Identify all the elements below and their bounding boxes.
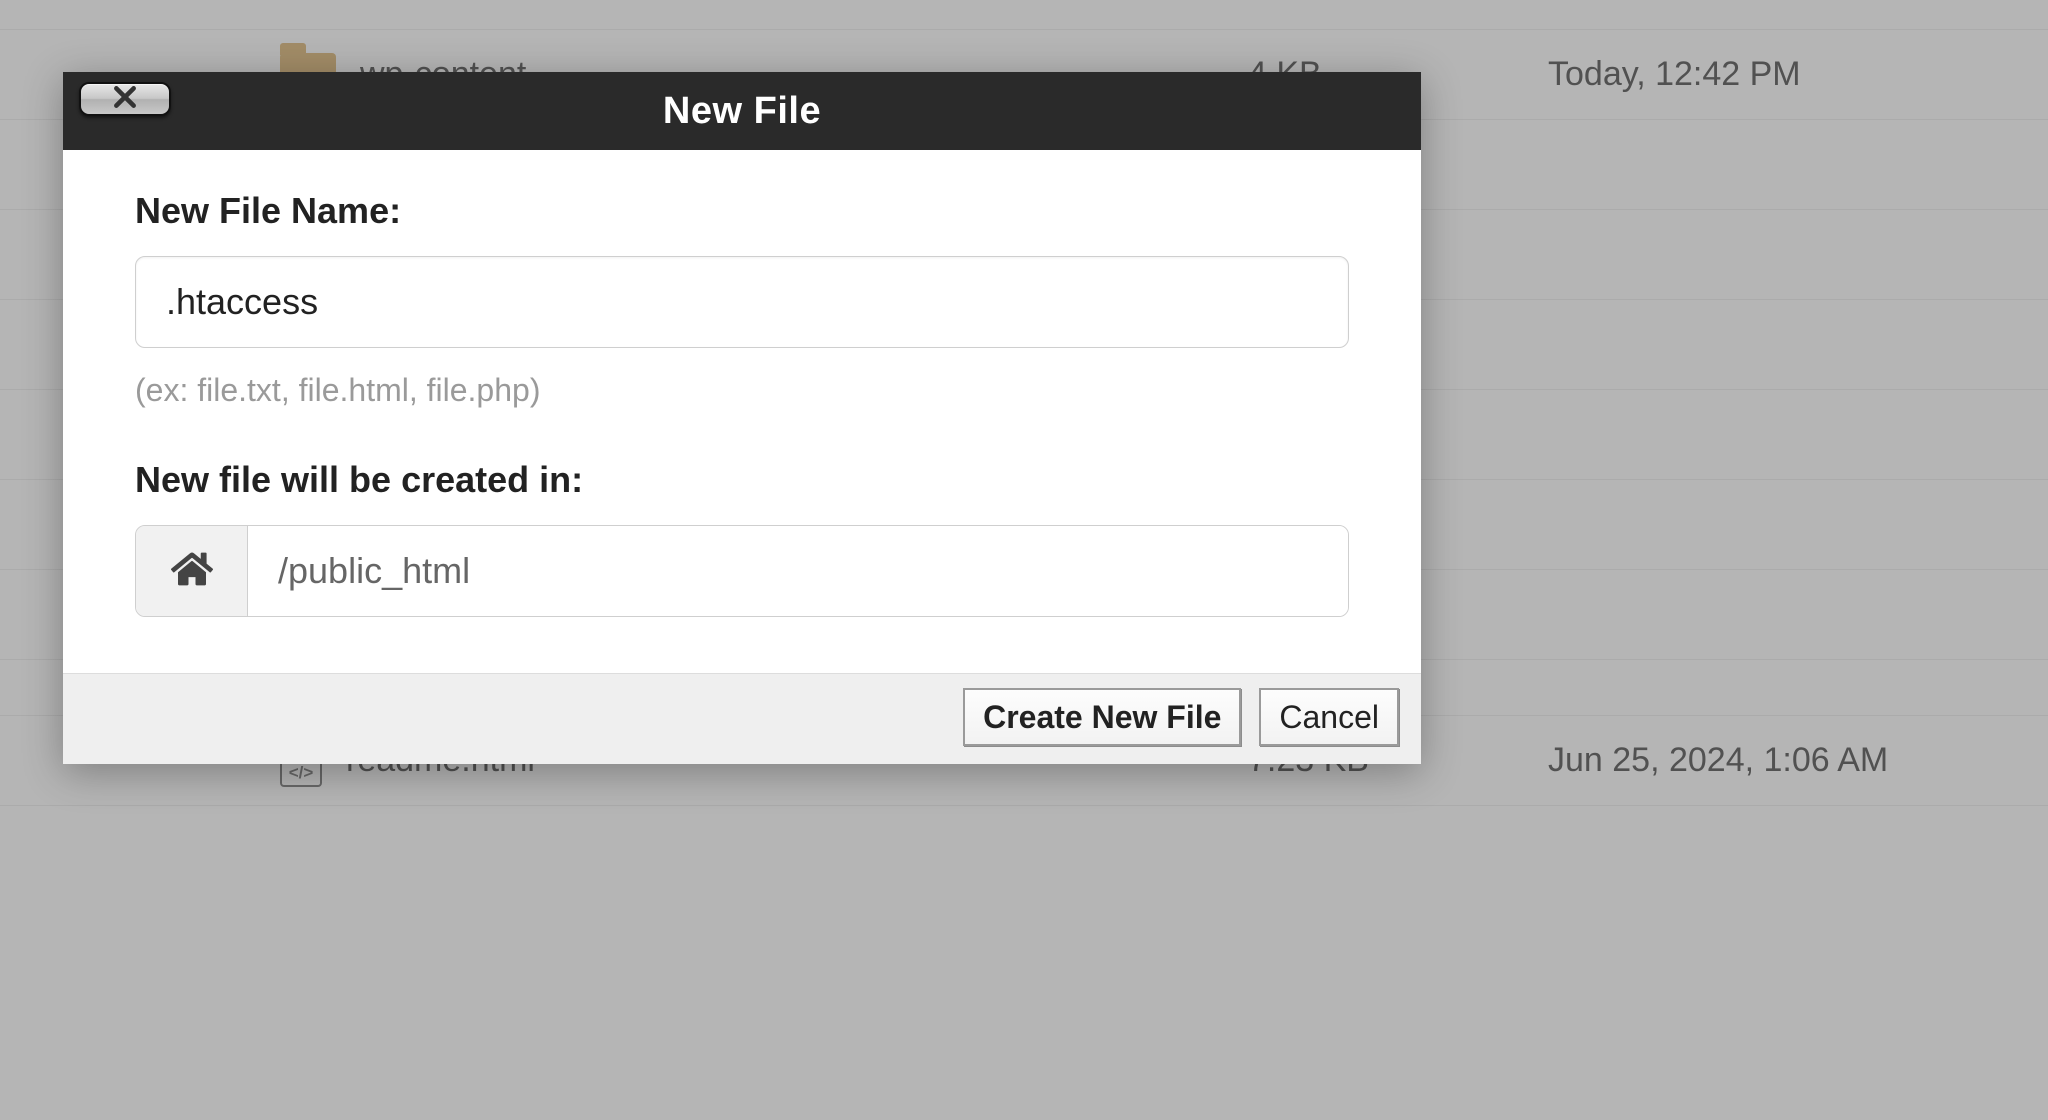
dialog-footer: Create New File Cancel xyxy=(63,673,1421,764)
dialog-body: New File Name: (ex: file.txt, file.html,… xyxy=(63,150,1421,673)
home-icon xyxy=(171,548,213,595)
filename-input[interactable] xyxy=(135,256,1349,348)
filename-label: New File Name: xyxy=(135,190,1349,232)
new-file-dialog: New File New File Name: (ex: file.txt, f… xyxy=(63,72,1421,764)
path-input-group xyxy=(135,525,1349,617)
dialog-title-text: New File xyxy=(663,90,821,133)
close-button[interactable] xyxy=(79,82,171,116)
file-date: Jun 25, 2024, 1:06 AM xyxy=(1548,741,2048,780)
path-input[interactable] xyxy=(248,526,1348,616)
close-icon xyxy=(112,84,138,115)
path-label: New file will be created in: xyxy=(135,459,1349,501)
filename-hint: (ex: file.txt, file.html, file.php) xyxy=(135,372,1349,409)
file-date: Today, 12:42 PM xyxy=(1548,55,2048,94)
cancel-button[interactable]: Cancel xyxy=(1259,688,1399,746)
home-button[interactable] xyxy=(136,526,248,616)
dialog-title: New File xyxy=(63,72,1421,150)
table-row xyxy=(0,0,2048,30)
create-new-file-button[interactable]: Create New File xyxy=(963,688,1241,746)
